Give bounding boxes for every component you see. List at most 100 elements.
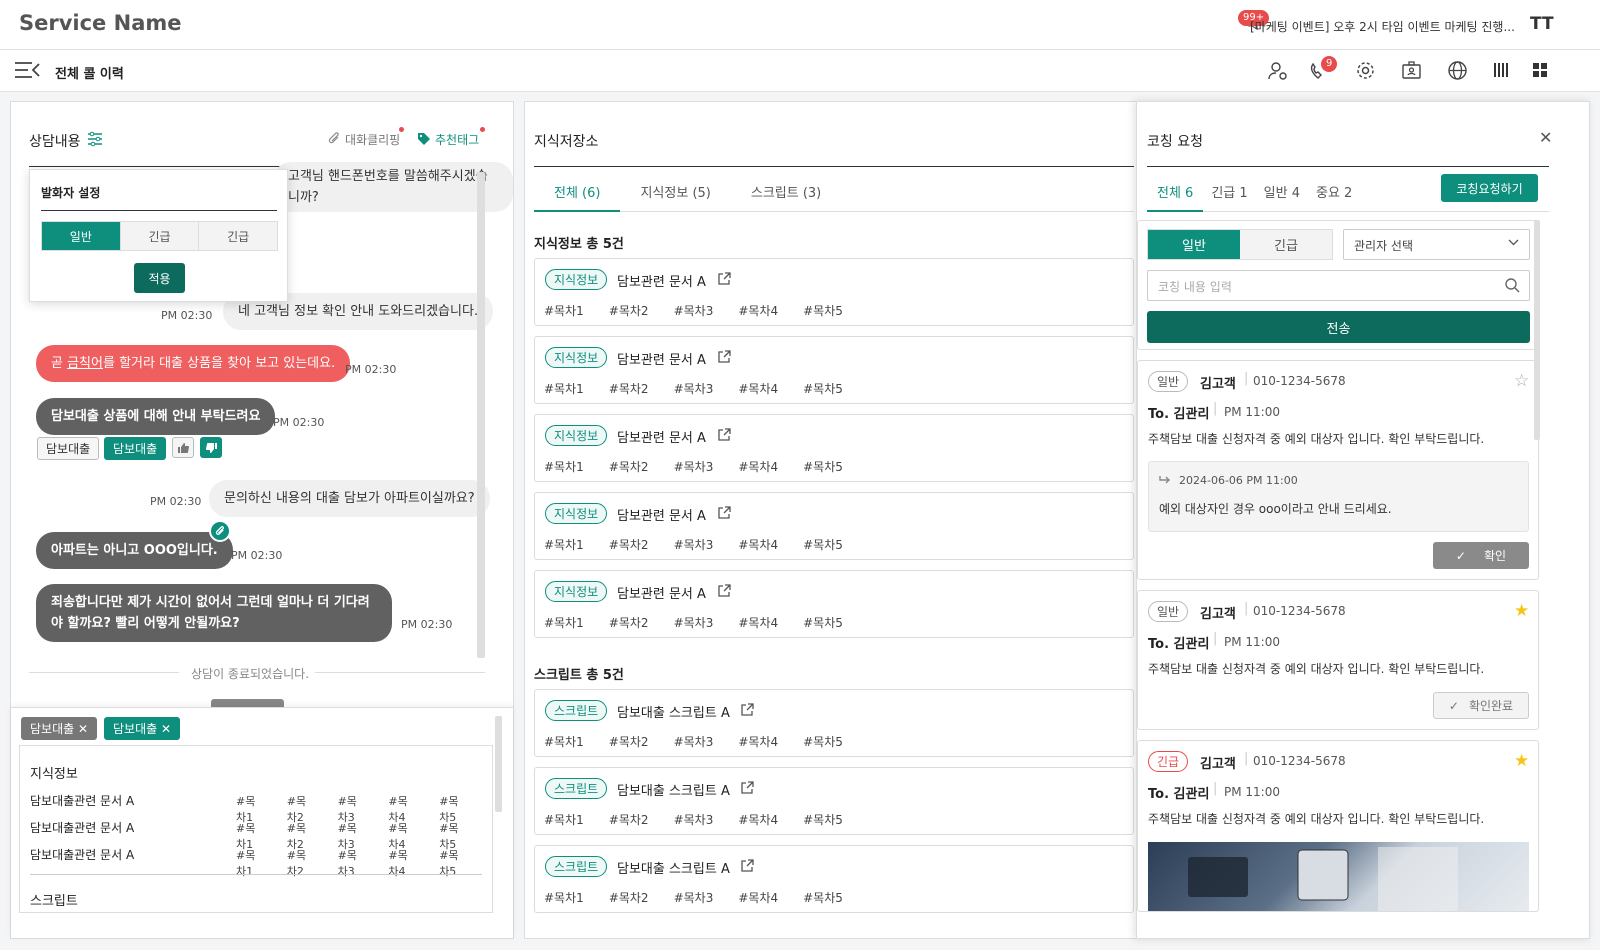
external-link-icon[interactable] — [741, 703, 754, 716]
tab-all[interactable]: 전체 6 — [1147, 173, 1204, 212]
knowledge-card[interactable]: 지식정보 담보관련 문서 A #목차1 #목차2 #목차3 #목차4 #목차5 — [534, 258, 1134, 326]
coaching-request-button[interactable]: 코칭요청하기 — [1441, 174, 1538, 202]
external-link-icon[interactable] — [718, 428, 731, 441]
toc-item[interactable]: #목차1 — [544, 380, 584, 397]
toc-item[interactable]: #목차2 — [609, 889, 649, 906]
toc-item[interactable]: #목차4 — [738, 733, 778, 750]
tab-script[interactable]: 스크립트 (3) — [731, 173, 841, 211]
toc-item[interactable]: #목차4 — [738, 302, 778, 319]
knowledge-card[interactable]: 스크립트 담보대출 스크립트 A #목차1 #목차2 #목차3 #목차4 #목차5 — [534, 689, 1134, 757]
manager-select[interactable]: 관리자 선택 — [1343, 229, 1530, 260]
toc-item[interactable]: #목차3 — [674, 380, 714, 397]
font-size-icon[interactable]: TT — [1530, 14, 1554, 34]
close-icon[interactable]: ✕ — [1539, 128, 1552, 147]
recommend-tags-button[interactable]: 추천태그 — [435, 131, 479, 148]
toc-item[interactable]: #목차5 — [803, 733, 843, 750]
tab-knowledge[interactable]: 지식정보 (5) — [620, 173, 730, 211]
knowledge-card[interactable]: 스크립트 담보대출 스크립트 A #목차1 #목차2 #목차3 #목차4 #목차5 — [534, 767, 1134, 835]
toc-item[interactable]: #목차3 — [674, 536, 714, 553]
toc-item[interactable]: #목차5 — [803, 380, 843, 397]
toc-item[interactable]: #목차3 — [674, 614, 714, 631]
toc-item[interactable]: #목차1 — [544, 458, 584, 475]
toc-item[interactable]: #목차3 — [674, 733, 714, 750]
knowledge-card[interactable]: 지식정보 담보관련 문서 A #목차1 #목차2 #목차3 #목차4 #목차5 — [534, 414, 1134, 482]
id-card-icon[interactable] — [1401, 60, 1422, 81]
toc-item[interactable]: #목차2 — [609, 380, 649, 397]
knowledge-card[interactable]: 지식정보 담보관련 문서 A #목차1 #목차2 #목차3 #목차4 #목차5 — [534, 492, 1134, 560]
user-settings-icon[interactable] — [1268, 61, 1288, 81]
filter-tag[interactable]: 담보대출 ✕ — [21, 717, 98, 740]
toc-item[interactable]: #목차1 — [544, 733, 584, 750]
toc-item[interactable]: #목차1 — [544, 889, 584, 906]
toc-item[interactable]: #목차1 — [544, 302, 584, 319]
toc-item[interactable]: #목차1 — [544, 614, 584, 631]
send-button[interactable]: 전송 — [1147, 311, 1530, 343]
hidden-button[interactable] — [211, 699, 284, 707]
filter-settings-icon[interactable] — [87, 131, 103, 147]
toc-item[interactable]: #목차2 — [609, 733, 649, 750]
speaker-option-urgent[interactable]: 긴급 — [119, 222, 199, 250]
toc-item[interactable]: #목차4 — [738, 380, 778, 397]
tab-important[interactable]: 중요 2 — [1308, 173, 1360, 211]
confirm-button[interactable]: ✓ 확인 — [1433, 542, 1529, 569]
external-link-icon[interactable] — [741, 859, 754, 872]
toc-item[interactable]: #목차3 — [674, 889, 714, 906]
toc-item[interactable]: #목차5 — [803, 614, 843, 631]
coaching-card[interactable]: 일반 김고객 | 010-1234-5678 ☆ To. 김관리 | PM 11… — [1137, 360, 1539, 580]
star-filled-icon[interactable]: ★ — [1514, 601, 1529, 621]
toc-item[interactable]: #목차2 — [609, 536, 649, 553]
external-link-icon[interactable] — [718, 506, 731, 519]
thumbs-up-icon[interactable] — [172, 437, 194, 458]
toc-item[interactable]: #목차2 — [609, 614, 649, 631]
toc-item[interactable]: #목차4 — [738, 458, 778, 475]
tab-normal[interactable]: 일반 4 — [1256, 173, 1308, 211]
knowledge-card[interactable]: 지식정보 담보관련 문서 A #목차1 #목차2 #목차3 #목차4 #목차5 — [534, 336, 1134, 404]
gear-icon[interactable] — [1355, 60, 1376, 81]
external-link-icon[interactable] — [718, 584, 731, 597]
thumbs-down-icon[interactable] — [200, 437, 222, 458]
kb-row[interactable]: 담보대출관련 문서 A #목차1 #목차2 #목차3 #목차4 #목차5 — [30, 819, 490, 851]
toc-item[interactable]: #목차3 — [674, 458, 714, 475]
toc-item[interactable]: #목차5 — [803, 811, 843, 828]
toc-item[interactable]: #목차3 — [674, 811, 714, 828]
toc-item[interactable]: #목차2 — [609, 302, 649, 319]
tab-urgent[interactable]: 긴급 1 — [1203, 173, 1255, 211]
type-urgent[interactable]: 긴급 — [1240, 230, 1332, 259]
toc-item[interactable]: #목차4 — [738, 889, 778, 906]
message-tag-selected[interactable]: 담보대출 — [104, 437, 167, 460]
toc-item[interactable]: #목차5 — [803, 536, 843, 553]
coaching-card[interactable]: 긴급 김고객 | 010-1234-5678 ★ To. 김관리 | PM 11… — [1137, 740, 1539, 912]
grid-apps-icon[interactable] — [1533, 63, 1548, 78]
toc-item[interactable]: #목차3 — [674, 302, 714, 319]
external-link-icon[interactable] — [718, 350, 731, 363]
toc-item[interactable]: #목차1 — [544, 811, 584, 828]
chat-scrollbar[interactable] — [477, 172, 485, 658]
coaching-scrollbar[interactable] — [1534, 220, 1540, 440]
attached-photo[interactable] — [1148, 842, 1529, 911]
tab-all[interactable]: 전체 (6) — [534, 173, 621, 212]
search-icon[interactable] — [1505, 278, 1520, 293]
toc-item[interactable]: #목차2 — [609, 458, 649, 475]
knowledge-card[interactable]: 스크립트 담보대출 스크립트 A #목차1 #목차2 #목차3 #목차4 #목차5 — [534, 845, 1134, 913]
message-tag[interactable]: 담보대출 — [37, 437, 100, 460]
knowledge-card[interactable]: 지식정보 담보관련 문서 A #목차1 #목차2 #목차3 #목차4 #목차5 — [534, 570, 1134, 638]
notice-text[interactable]: [마케팅 이벤트] 오후 2시 타임 이벤트 마케팅 진행... — [1250, 18, 1545, 35]
clip-attach-icon[interactable] — [209, 520, 231, 542]
coaching-input[interactable]: 코칭 내용 입력 — [1147, 270, 1530, 301]
toc-item[interactable]: #목차2 — [609, 811, 649, 828]
speaker-option-urgent-2[interactable]: 긴급 — [198, 222, 278, 250]
apply-button[interactable]: 적용 — [134, 263, 185, 293]
toc-item[interactable]: #목차4 — [738, 811, 778, 828]
globe-icon[interactable] — [1447, 60, 1468, 81]
toc-item[interactable]: #목차5 — [803, 458, 843, 475]
toc-item[interactable]: #목차1 — [544, 536, 584, 553]
kb-row[interactable]: 담보대출관련 문서 A #목차1 #목차2 #목차3 #목차4 #목차5 — [30, 792, 490, 824]
toc-item[interactable]: #목차5 — [803, 889, 843, 906]
menu-collapse-icon[interactable] — [14, 61, 40, 79]
star-filled-icon[interactable]: ★ — [1514, 751, 1529, 771]
type-normal[interactable]: 일반 — [1148, 230, 1240, 259]
toc-item[interactable]: #목차5 — [803, 302, 843, 319]
clipping-button[interactable]: 대화클리핑 — [345, 131, 400, 148]
filter-tag-selected[interactable]: 담보대출 ✕ — [104, 717, 181, 740]
star-icon[interactable]: ☆ — [1514, 371, 1529, 391]
